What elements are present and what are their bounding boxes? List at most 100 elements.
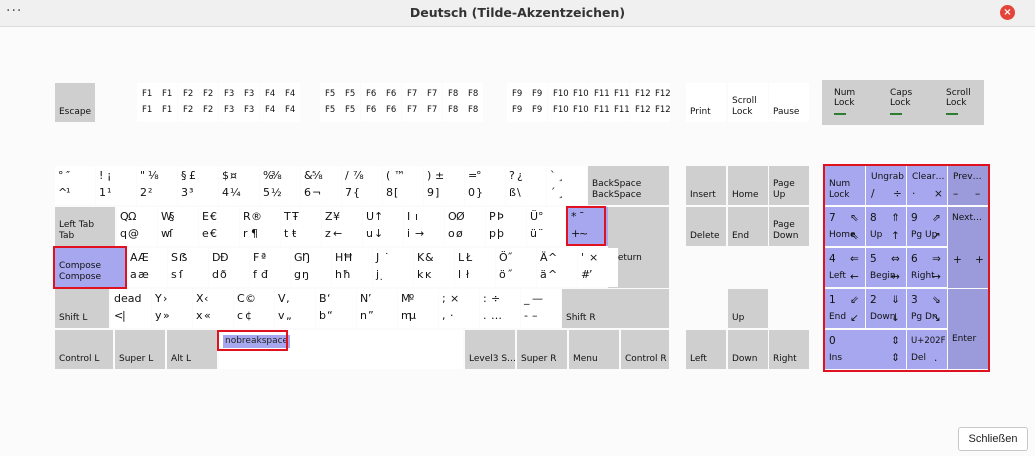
fn-key-f12[interactable]: F12 F12 F12 F12 [630,83,671,122]
numpad-divide-key[interactable]: Ungrab / ÷ [866,166,906,205]
key-row4[interactable]: : ÷.… [480,289,520,328]
key-row3[interactable]: Ö ˝ ö ˝ [496,248,536,287]
key-row1[interactable]: = ° 0} [465,166,505,205]
numpad-8-key[interactable]: 8 ⇑ Up ↑ [866,207,906,246]
super-l-key[interactable]: Super L [115,330,165,369]
key-row1[interactable]: & ⅝ 6 ¬ [301,166,341,205]
left-key[interactable]: Left [686,330,726,369]
page-down-key[interactable]: Page Down [769,207,809,246]
key-row4[interactable]: _ — - – [521,289,561,328]
key-row2[interactable]: E € e € [199,207,239,246]
key-row2[interactable]: * ¯ + ~ [568,207,608,246]
home-key[interactable]: Home [728,166,768,205]
numpad-1-key[interactable]: 1 ⇙ End ↙ [825,289,865,328]
compose-key[interactable]: Compose Compose [55,248,125,287]
fn-key-f10[interactable]: F10 F10 F10 F10 [548,83,589,122]
key-row2[interactable]: U ↑ u ↓ [363,207,403,246]
fn-key-f11[interactable]: F11 F11 F11 F11 [589,83,630,122]
key-row4[interactable]: C © c ¢ [234,289,274,328]
key-row1[interactable]: ° ″ ^ ¹ [55,166,95,205]
key-row1[interactable]: (™ 8[ [383,166,423,205]
backspace-key[interactable]: BackSpace BackSpace [588,166,669,205]
key-row1[interactable]: ) ±9] [424,166,464,205]
key-row2[interactable]: PÞpþ [486,207,526,246]
key-row1[interactable]: ? ¿ ß \ [506,166,546,205]
key-row3[interactable]: AÆaæ [127,248,167,287]
fn-key-f4[interactable]: F4 F4 F4 F4 [260,83,300,122]
key-row4[interactable]: Y › y» [152,289,192,328]
key-row3[interactable]: Fªfđ [250,248,290,287]
right-key[interactable]: Right [769,330,809,369]
key-row3[interactable]: Sẞsſ [168,248,208,287]
control-l-key[interactable]: Control L [55,330,113,369]
numpad-9-key[interactable]: 9 ⇗ Pg Up ↗ [907,207,947,246]
super-r-key[interactable]: Super R [517,330,567,369]
fn-key-f5[interactable]: F5 F5 F5 F5 [320,83,360,122]
key-row4[interactable]: ; ×, · [439,289,479,328]
fn-key-f8[interactable]: F8 F8 F8 F8 [443,83,483,122]
key-row3[interactable]: GŊgŋ [291,248,331,287]
key-row1[interactable]: % ⅜ 5 ½ [260,166,300,205]
key-row4[interactable]: V ‚ v „ [275,289,315,328]
key-row1[interactable]: § £3 ³ [178,166,218,205]
numpad-7-key[interactable]: 7 ⇖ Home ⇖ [825,207,865,246]
level3-key[interactable]: Level3 S… [465,330,516,369]
space-key[interactable]: nobreakspace [219,330,463,369]
fn-key-f2[interactable]: F2 F2 F2 F2 [178,83,218,122]
key-row2[interactable]: OØoø [445,207,485,246]
num-lock-key[interactable]: Num Lock [825,166,865,205]
key-row2[interactable]: W § w ſ [158,207,198,246]
end-key[interactable]: End [728,207,768,246]
key-row3[interactable]: HĦhħ [332,248,372,287]
close-button[interactable]: Schließen [958,427,1028,451]
numpad-2-key[interactable]: 2 ⇓ Down ↓ [866,289,906,328]
key-row3[interactable]: LŁlł [455,248,495,287]
key-row3[interactable]: J˙j̣ [373,248,413,287]
key-row2[interactable]: Q Ωq @ [117,207,157,246]
down-key[interactable]: Down [728,330,768,369]
key-row3[interactable]: K & k ĸ [414,248,454,287]
key-row2[interactable]: TŦtŧ [281,207,321,246]
fn-key-f7[interactable]: F7 F7 F7 F7 [402,83,442,122]
key-row1[interactable]: / ⅞ 7{ [342,166,382,205]
key-row4[interactable]: X ‹ x « [193,289,233,328]
numpad-0-key[interactable]: 0 ⇕ Ins ⇕ [825,330,906,369]
insert-key[interactable]: Insert [686,166,726,205]
numpad-4-key[interactable]: 4 ⇐ Left ← [825,248,865,287]
key-row3[interactable]: DÐdð [209,248,249,287]
tab-key[interactable]: Left Tab Tab [55,207,115,246]
numpad-subtract-key[interactable]: Prev… – – [948,166,988,205]
page-up-key[interactable]: Page Up [769,166,809,205]
key-row1[interactable]: $ ¤ 4 ¼ [219,166,259,205]
print-key[interactable]: Print [686,83,726,122]
key-row2[interactable]: R ® r ¶ [240,207,280,246]
scroll-lock-key[interactable]: Scroll Lock [728,83,768,122]
fn-key-f9[interactable]: F9 F9 F9 F9 [507,83,547,122]
fn-key-f6[interactable]: F6 F6 F6 F6 [361,83,401,122]
key-row3[interactable]: Ä ^ ä ^ [537,248,577,287]
numpad-enter-key[interactable]: Enter [948,289,988,369]
shift-l-key[interactable]: Shift L [55,289,109,328]
fn-key-f1[interactable]: F1 F1 F1 F1 [137,83,177,122]
key-row4[interactable]: B ‘b “ [316,289,356,328]
key-row2[interactable]: Z ¥ z ← [322,207,362,246]
delete-key[interactable]: Delete [686,207,726,246]
pause-key[interactable]: Pause [769,83,809,122]
numpad-5-key[interactable]: 5 ⇔ Begin ↔ [866,248,906,287]
key-row4[interactable]: dead < | [111,289,151,328]
key-row1[interactable]: ` ¸ ´ ¸ [547,166,587,205]
up-key[interactable]: Up [728,289,768,328]
escape-key[interactable]: Escape [55,83,95,122]
key-row1[interactable]: ! ¡ 1 ¹ [96,166,136,205]
numpad-decimal-key[interactable]: U+202F Del. [907,330,947,369]
control-r-key[interactable]: Control R [621,330,669,369]
numpad-multiply-key[interactable]: Clear… · × [907,166,947,205]
key-row2[interactable]: Iı i → [404,207,444,246]
key-row1[interactable]: " ⅛ 2 ² [137,166,177,205]
alt-l-key[interactable]: Alt L [167,330,217,369]
shift-r-key[interactable]: Shift R [562,289,669,328]
key-row4[interactable]: N’ n” [357,289,397,328]
numpad-add-key[interactable]: Next… + + [948,207,988,288]
key-row3[interactable]: ' × #’ [578,248,618,287]
key-row2[interactable]: Ü ° ü ¨ [527,207,567,246]
